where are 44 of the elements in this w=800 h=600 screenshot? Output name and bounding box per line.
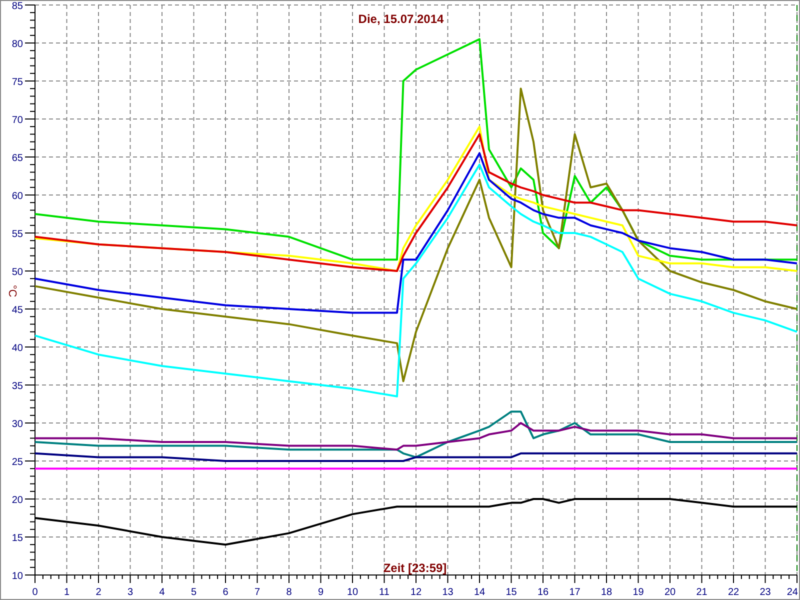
tick-label: 20 (664, 587, 676, 598)
tick-label: 24 (786, 587, 798, 598)
y-axis-label: °C (6, 284, 18, 298)
tick-label: 7 (254, 587, 260, 598)
tick-label: 14 (474, 587, 486, 598)
x-axis-label: Zeit [23:59] (383, 561, 447, 575)
tick-label: 20 (12, 495, 23, 506)
tick-label: 65 (12, 153, 23, 164)
tick-label: 0 (32, 587, 38, 598)
tick-label: 10 (346, 587, 358, 598)
tick-label: 12 (410, 587, 422, 598)
tick-label: 1 (64, 587, 70, 598)
tick-label: 30 (12, 419, 23, 430)
tick-label: 85 (12, 1, 23, 12)
tick-label: 25 (12, 457, 23, 468)
tick-label: 15 (506, 587, 517, 598)
tick-label: 3 (127, 587, 134, 598)
tick-label: 21 (696, 587, 708, 598)
tick-label: 17 (569, 587, 580, 598)
tick-label: 23 (760, 587, 771, 598)
tick-label: 19 (632, 587, 644, 598)
tick-label: 55 (12, 229, 23, 240)
chart-title: Die, 15.07.2014 (358, 12, 444, 26)
tick-label: 8 (286, 587, 292, 598)
tick-label: 18 (600, 587, 612, 598)
tick-label: 16 (537, 587, 549, 598)
tick-label: 13 (442, 587, 454, 598)
tick-label: 70 (12, 115, 23, 126)
tick-label: 45 (12, 305, 23, 316)
tick-label: 40 (12, 343, 23, 354)
tick-label: 2 (96, 587, 102, 598)
tick-label: 6 (222, 587, 228, 598)
tick-label: 75 (12, 77, 23, 88)
tick-label: 9 (318, 587, 324, 598)
tick-label: 10 (12, 571, 23, 582)
tick-label: 4 (159, 587, 165, 598)
tick-label: 35 (12, 381, 23, 392)
tick-label: 80 (12, 39, 23, 50)
tick-label: 50 (12, 267, 23, 278)
tick-label: 22 (728, 587, 740, 598)
tick-label: 15 (12, 533, 23, 544)
tick-label: 60 (12, 191, 23, 202)
tick-label: 11 (379, 587, 390, 598)
tick-label: 5 (190, 587, 197, 598)
